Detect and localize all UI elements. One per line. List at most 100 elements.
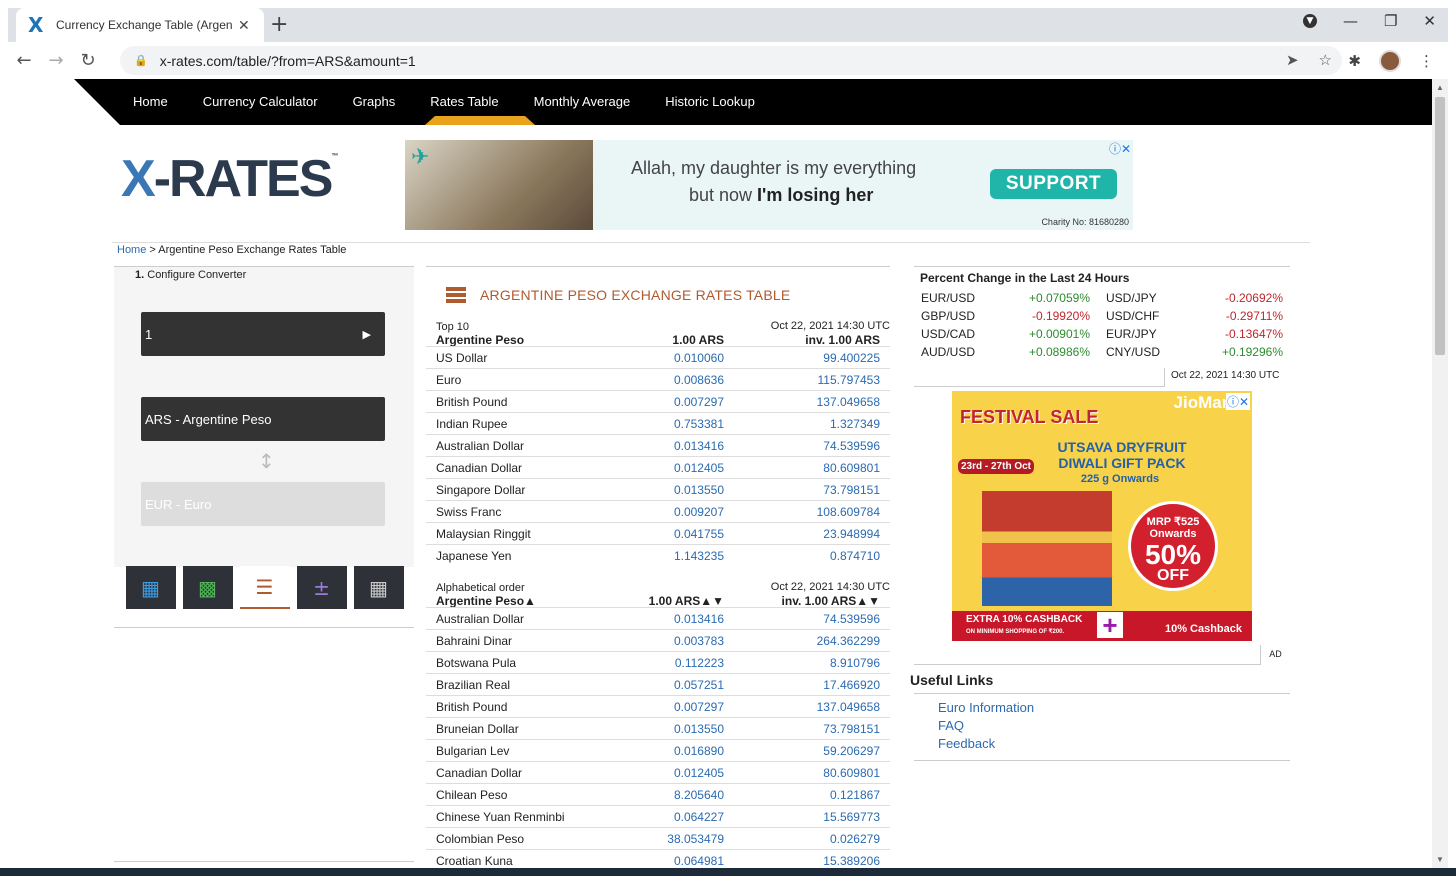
inverse-rate-link[interactable]: 115.797453 bbox=[817, 373, 880, 387]
rate-link[interactable]: 0.003783 bbox=[674, 634, 724, 648]
menu-icon[interactable]: ⋮ bbox=[1419, 52, 1434, 70]
inverse-rate-link[interactable]: 264.362299 bbox=[817, 634, 880, 648]
extensions-icon[interactable]: ✱ bbox=[1348, 52, 1361, 70]
rate-link[interactable]: 0.013416 bbox=[674, 439, 724, 453]
inverse-rate-link[interactable]: 59.206297 bbox=[823, 744, 880, 758]
nav-home[interactable]: Home bbox=[133, 94, 168, 109]
rate-link[interactable]: 38.053479 bbox=[667, 832, 724, 846]
back-icon[interactable]: ← bbox=[8, 50, 40, 71]
breadcrumb-home[interactable]: Home bbox=[117, 244, 146, 256]
currency-name: US Dollar bbox=[436, 351, 488, 365]
inverse-rate-link[interactable]: 108.609784 bbox=[817, 505, 880, 519]
inverse-rate-link[interactable]: 137.049658 bbox=[817, 700, 880, 714]
rate-link[interactable]: 8.205640 bbox=[674, 788, 724, 802]
nav-rates-table[interactable]: Rates Table bbox=[430, 94, 498, 109]
sort-by-inverse[interactable]: inv. 1.00 ARS▲▼ bbox=[782, 594, 880, 608]
rate-link[interactable]: 0.112223 bbox=[675, 656, 724, 670]
profile-menu-icon[interactable]: ▼ bbox=[1302, 14, 1317, 28]
rate-link[interactable]: 0.064227 bbox=[674, 810, 724, 824]
scrollbar[interactable]: ▲ ▼ bbox=[1432, 79, 1448, 868]
new-tab-icon[interactable]: + bbox=[270, 12, 288, 37]
link-feedback[interactable]: Feedback bbox=[938, 735, 1034, 753]
inverse-rate-link[interactable]: 23.948994 bbox=[823, 527, 880, 541]
link-euro-information[interactable]: Euro Information bbox=[938, 699, 1034, 717]
rate-link[interactable]: 1.143235 bbox=[674, 549, 724, 563]
rate-link[interactable]: 0.013550 bbox=[674, 483, 724, 497]
ad-close-icon[interactable]: ⓘ✕ bbox=[1225, 393, 1250, 410]
inverse-rate-link[interactable]: 0.874710 bbox=[830, 549, 880, 563]
swap-arrows-icon[interactable]: ↕ bbox=[258, 449, 275, 473]
minimize-icon[interactable]: — bbox=[1343, 12, 1358, 30]
maximize-icon[interactable]: ❐ bbox=[1384, 12, 1397, 30]
rate-link[interactable]: 0.753381 bbox=[674, 417, 724, 431]
rate-link[interactable]: 0.007297 bbox=[674, 700, 724, 714]
rates-table-panel: ARGENTINE PESO EXCHANGE RATES TABLE Top … bbox=[426, 266, 890, 868]
browser-tab[interactable]: X Currency Exchange Table (Argentine Pes… bbox=[16, 8, 264, 42]
bookmark-star-icon[interactable]: ☆ bbox=[1319, 51, 1332, 69]
xrates-logo[interactable]: X-RATES™ bbox=[121, 149, 338, 209]
rate-link[interactable]: 0.008636 bbox=[674, 373, 724, 387]
link-faq[interactable]: FAQ bbox=[938, 717, 1034, 735]
support-button[interactable]: SUPPORT bbox=[990, 169, 1117, 199]
nav-graphs[interactable]: Graphs bbox=[353, 94, 396, 109]
inverse-rate-link[interactable]: 0.121867 bbox=[830, 788, 880, 802]
inverse-rate-link[interactable]: 74.539596 bbox=[823, 439, 880, 453]
sort-by-name[interactable]: Argentine Peso▲ bbox=[436, 594, 536, 608]
inverse-rate-link[interactable]: 1.327349 bbox=[830, 417, 880, 431]
nav-monthly-average[interactable]: Monthly Average bbox=[534, 94, 631, 109]
amount-input[interactable]: 1 ▶ bbox=[141, 312, 385, 356]
nav-historic-lookup[interactable]: Historic Lookup bbox=[665, 94, 755, 109]
inverse-rate-link[interactable]: 99.400225 bbox=[823, 351, 880, 365]
rate-link[interactable]: 0.007297 bbox=[674, 395, 724, 409]
tab-strip: X Currency Exchange Table (Argentine Pes… bbox=[8, 8, 1448, 42]
rate-link[interactable]: 0.064981 bbox=[674, 854, 724, 868]
rate-link[interactable]: 0.057251 bbox=[674, 678, 724, 692]
avatar[interactable] bbox=[1379, 50, 1401, 72]
side-ad[interactable]: JioMart ⓘ✕ FESTIVAL SALE 23rd - 27th Oct… bbox=[952, 391, 1252, 641]
inverse-rate-link[interactable]: 80.609801 bbox=[823, 766, 880, 780]
inverse-rate-link[interactable]: 74.539596 bbox=[823, 612, 880, 626]
graph-icon[interactable]: ▩ bbox=[182, 566, 233, 609]
scroll-down-icon[interactable]: ▼ bbox=[1436, 855, 1444, 864]
to-currency-select[interactable]: EUR - Euro bbox=[141, 482, 385, 526]
currency-name: Bahraini Dinar bbox=[436, 634, 513, 648]
inverse-rate-link[interactable]: 0.026279 bbox=[830, 832, 880, 846]
x-rates-favicon-icon: X bbox=[28, 13, 44, 37]
inverse-rate-link[interactable]: 137.049658 bbox=[817, 395, 880, 409]
inverse-rate-link[interactable]: 15.569773 bbox=[823, 810, 880, 824]
scroll-up-icon[interactable]: ▲ bbox=[1436, 83, 1444, 92]
ad-banner[interactable]: ✈ Allah, my daughter is my everything bu… bbox=[405, 140, 1133, 230]
plus-minus-icon[interactable]: ± bbox=[296, 566, 347, 609]
rate-link[interactable]: 0.009207 bbox=[674, 505, 724, 519]
from-currency-select[interactable]: ARS - Argentine Peso bbox=[141, 397, 385, 441]
forward-icon[interactable]: → bbox=[40, 50, 72, 71]
inverse-rate-link[interactable]: 8.910796 bbox=[830, 656, 880, 670]
url-input[interactable]: 🔒 x-rates.com/table/?from=ARS&amount=1 ➤… bbox=[120, 46, 1342, 75]
rates-table-icon[interactable]: ☰ bbox=[239, 566, 290, 609]
inverse-rate-link[interactable]: 73.798151 bbox=[823, 483, 880, 497]
lock-icon[interactable]: 🔒 bbox=[134, 54, 148, 67]
scrollbar-thumb[interactable] bbox=[1435, 97, 1445, 355]
inverse-rate-link[interactable]: 73.798151 bbox=[823, 722, 880, 736]
rate-link[interactable]: 0.041755 bbox=[674, 527, 724, 541]
currency-name: Singapore Dollar bbox=[436, 483, 526, 497]
rate-link[interactable]: 0.013550 bbox=[674, 722, 724, 736]
close-window-icon[interactable]: ✕ bbox=[1423, 12, 1436, 30]
rate-link[interactable]: 0.012405 bbox=[674, 461, 724, 475]
sort-by-rate[interactable]: 1.00 ARS▲▼ bbox=[649, 594, 724, 608]
send-icon[interactable]: ➤ bbox=[1286, 51, 1299, 69]
calculator-icon[interactable]: ▦ bbox=[125, 566, 176, 609]
historic-calendar-icon[interactable]: ▦ bbox=[353, 566, 404, 609]
inverse-rate-link[interactable]: 80.609801 bbox=[823, 461, 880, 475]
rate-link[interactable]: 0.016890 bbox=[674, 744, 724, 758]
close-tab-icon[interactable]: ✕ bbox=[238, 17, 250, 34]
rate-link[interactable]: 0.012405 bbox=[674, 766, 724, 780]
inverse-rate-link[interactable]: 17.466920 bbox=[823, 678, 880, 692]
play-arrow-icon[interactable]: ▶ bbox=[363, 328, 371, 341]
rate-link[interactable]: 0.010060 bbox=[674, 351, 724, 365]
reload-icon[interactable]: ↻ bbox=[72, 50, 104, 71]
inverse-rate-link[interactable]: 15.389206 bbox=[823, 854, 880, 868]
nav-currency-calculator[interactable]: Currency Calculator bbox=[203, 94, 318, 109]
ad-close-icon[interactable]: ⓘ✕ bbox=[1109, 140, 1131, 157]
rate-link[interactable]: 0.013416 bbox=[674, 612, 724, 626]
